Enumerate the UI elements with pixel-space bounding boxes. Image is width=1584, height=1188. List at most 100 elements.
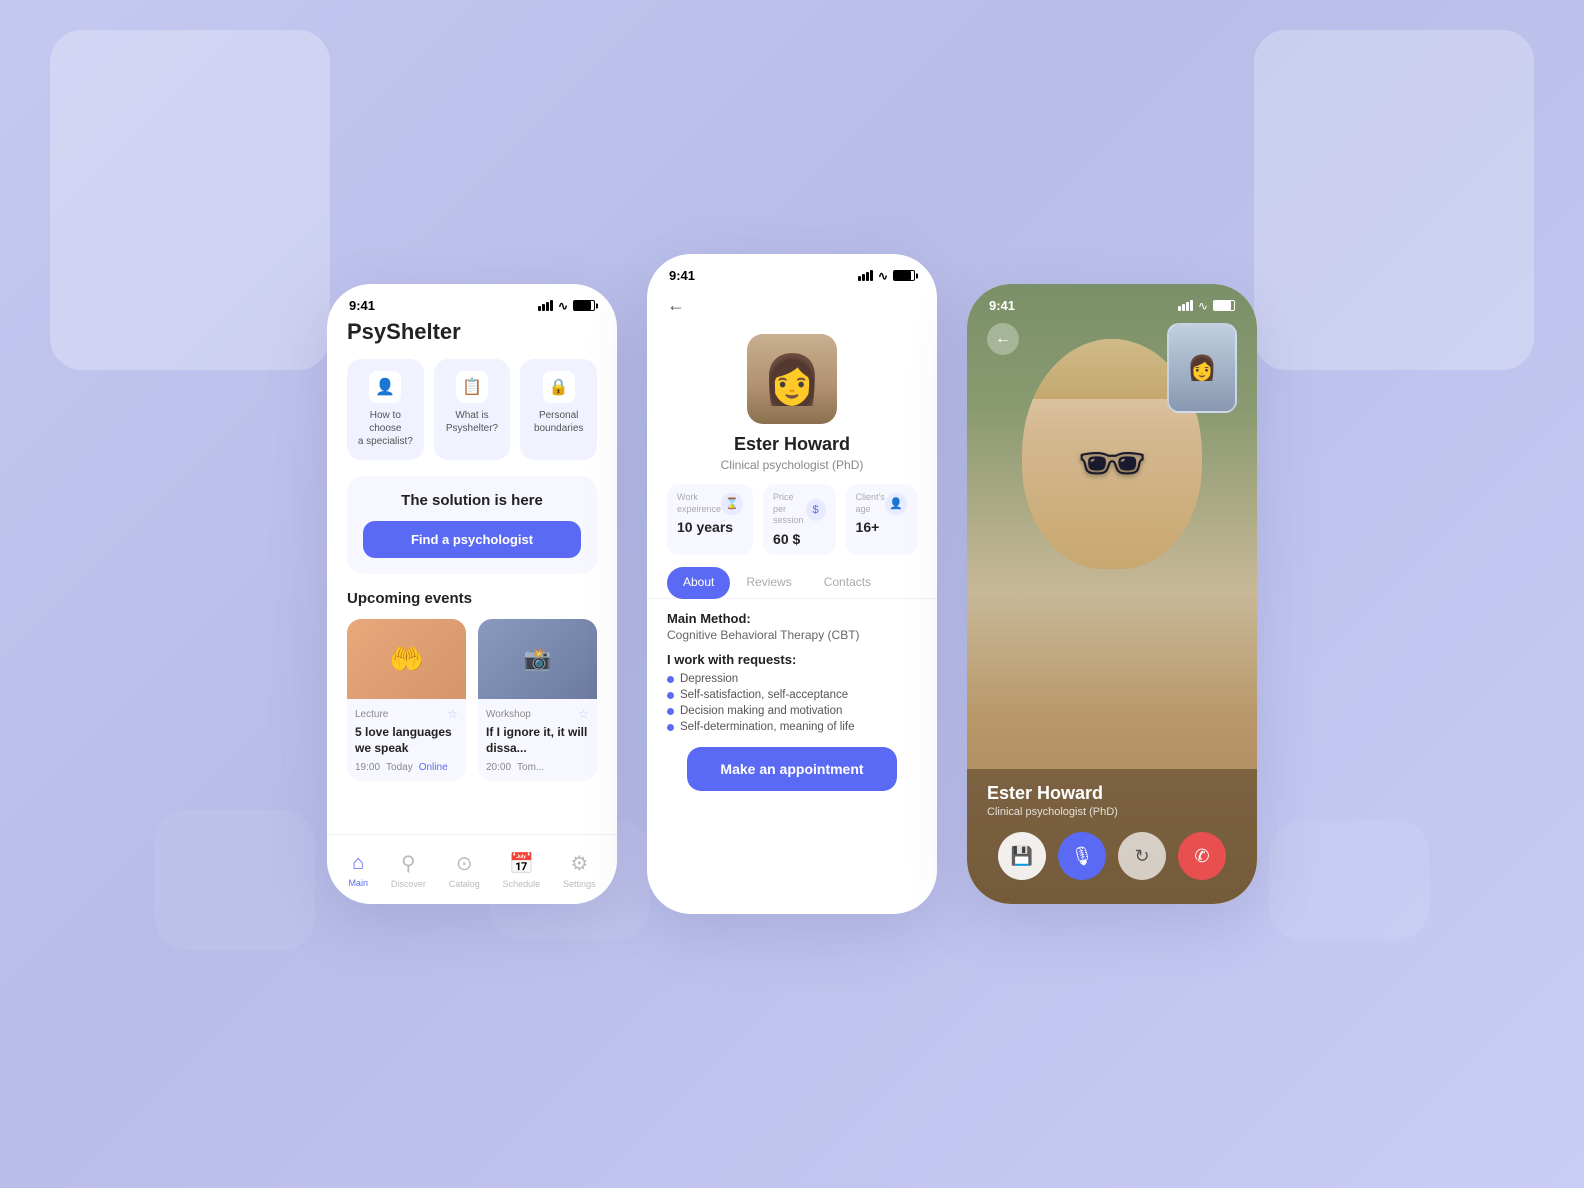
quick-action-what[interactable]: 📋 What isPsyshelter? <box>434 359 511 460</box>
profile-header-area: ← <box>647 289 937 316</box>
stat-experience-top: Workexpeirence ⌛ <box>677 492 743 515</box>
psychologist-title: Clinical psychologist (PhD) <box>721 458 864 472</box>
lecture-time: 19:00 <box>355 762 380 773</box>
file-button[interactable]: 💾 <box>998 832 1046 880</box>
app-title: PsyShelter <box>347 319 597 345</box>
caller-title: Clinical psychologist (PhD) <box>987 806 1237 818</box>
bottom-nav: ⌂ Main ⚲ Discover ⊙ Catalog 📅 Schedule ⚙… <box>327 834 617 904</box>
end-call-button[interactable]: ✆ <box>1178 832 1226 880</box>
bullet-3 <box>667 708 674 715</box>
mic-button[interactable]: 🎙 <box>1058 832 1106 880</box>
video-time: 9:41 <box>989 298 1015 313</box>
video-thumbnail: 👩 <box>1167 323 1237 413</box>
battery-icon-3 <box>1213 300 1235 311</box>
what-icon: 📋 <box>456 371 488 403</box>
mic-icon: 🎙 <box>1071 846 1094 867</box>
request-decision: Decision making and motivation <box>667 705 917 717</box>
settings-icon: ⚙ <box>570 851 588 876</box>
heart-icon: 🤲 <box>389 643 424 676</box>
solution-title: The solution is here <box>363 492 581 509</box>
status-bar-1: 9:41 ∿ <box>327 284 617 319</box>
tab-about[interactable]: About <box>667 567 730 599</box>
file-icon: 💾 <box>1011 846 1033 867</box>
bullet-4 <box>667 724 674 731</box>
quick-action-choose[interactable]: 👤 How to choosea specialist? <box>347 359 424 460</box>
phone-main: 9:41 ∿ PsyShelter 👤 How t <box>327 284 617 904</box>
main-method-label: Main Method: <box>667 611 917 626</box>
experience-icon: ⌛ <box>721 493 743 515</box>
quick-actions: 👤 How to choosea specialist? 📋 What isPs… <box>347 359 597 460</box>
stat-price: Price persession $ 60 $ <box>763 484 836 555</box>
workshop-meta: 20:00 Tom... <box>486 762 589 773</box>
nav-discover-label: Discover <box>391 879 426 889</box>
workshop-time: 20:00 <box>486 762 511 773</box>
request-depression: Depression <box>667 673 917 685</box>
back-button-profile[interactable]: ← <box>667 295 917 316</box>
choose-label: How to choosea specialist? <box>355 409 416 448</box>
rotate-button[interactable]: ↻ <box>1118 832 1166 880</box>
request-1-text: Depression <box>680 673 738 685</box>
signal-icon-2 <box>858 270 873 281</box>
search-icon: ⚲ <box>401 851 416 876</box>
nav-main-label: Main <box>348 878 368 888</box>
requests-label: I work with requests: <box>667 652 917 667</box>
stat-age-value: 16+ <box>856 519 907 535</box>
age-icon: 👤 <box>885 493 907 515</box>
about-section: Main Method: Cognitive Behavioral Therap… <box>647 611 937 791</box>
nav-catalog[interactable]: ⊙ Catalog <box>449 851 480 889</box>
tab-row: About Reviews Contacts <box>647 567 937 599</box>
video-bottom-bar: Ester Howard Clinical psychologist (PhD)… <box>967 769 1257 904</box>
video-back-button[interactable]: ← <box>987 323 1019 355</box>
nav-catalog-label: Catalog <box>449 879 480 889</box>
thumb-avatar: 👩 <box>1169 325 1235 411</box>
status-bar-2: 9:41 ∿ <box>647 254 937 289</box>
stat-price-value: 60 $ <box>773 531 826 547</box>
video-spacer <box>967 417 1257 769</box>
phone-profile: 9:41 ∿ ← 👩 <box>647 254 937 914</box>
bullet-1 <box>667 676 674 683</box>
phones-container: 9:41 ∿ PsyShelter 👤 How t <box>327 274 1257 914</box>
status-icons-2: ∿ <box>858 269 915 283</box>
tab-contacts[interactable]: Contacts <box>808 567 887 599</box>
choose-icon: 👤 <box>369 371 401 403</box>
video-top-bar: 9:41 ∿ <box>967 284 1257 319</box>
workshop-image: 📸 <box>478 619 597 699</box>
video-status-icons: ∿ <box>1178 299 1235 313</box>
stats-row: Workexpeirence ⌛ 10 years Price persessi… <box>647 484 937 555</box>
bullet-2 <box>667 692 674 699</box>
stat-age-label: Client'sage <box>856 492 885 515</box>
appointment-button[interactable]: Make an appointment <box>687 747 897 791</box>
stat-experience-label: Workexpeirence <box>677 492 721 515</box>
stat-experience: Workexpeirence ⌛ 10 years <box>667 484 753 555</box>
nav-settings[interactable]: ⚙ Settings <box>563 851 596 889</box>
workshop-body: Workshop ☆ If I ignore it, it will dissa… <box>478 699 597 781</box>
find-psychologist-button[interactable]: Find a psychologist <box>363 521 581 558</box>
lecture-name: 5 love languages we speak <box>355 725 458 756</box>
event-workshop[interactable]: 📸 Workshop ☆ If I ignore it, it will dis… <box>478 619 597 781</box>
stat-age: Client'sage 👤 16+ <box>846 484 917 555</box>
nav-settings-label: Settings <box>563 879 596 889</box>
lecture-image: 🤲 <box>347 619 466 699</box>
video-controls: 💾 🎙 ↻ ✆ <box>987 832 1237 880</box>
nav-discover[interactable]: ⚲ Discover <box>391 851 426 889</box>
stat-experience-value: 10 years <box>677 519 743 535</box>
catalog-icon: ⊙ <box>456 851 473 876</box>
event-lecture[interactable]: 🤲 Lecture ☆ 5 love languages we speak 19… <box>347 619 466 781</box>
nav-main[interactable]: ⌂ Main <box>348 852 368 888</box>
profile-header: 👩 Ester Howard Clinical psychologist (Ph… <box>647 324 937 484</box>
workshop-name: If I ignore it, it will dissa... <box>486 725 589 756</box>
end-call-icon: ✆ <box>1194 846 1209 867</box>
psychologist-name: Ester Howard <box>734 434 850 455</box>
signal-icon-1 <box>538 300 553 311</box>
stat-price-label: Price persession <box>773 492 806 527</box>
nav-schedule-label: Schedule <box>503 879 541 889</box>
request-self-determination: Self-determination, meaning of life <box>667 721 917 733</box>
stat-price-top: Price persession $ <box>773 492 826 527</box>
tab-reviews[interactable]: Reviews <box>730 567 807 599</box>
time-1: 9:41 <box>349 298 375 313</box>
nav-schedule[interactable]: 📅 Schedule <box>503 851 541 889</box>
avatar-image: 👩 <box>747 334 837 424</box>
quick-action-boundaries[interactable]: 🔒 Personalboundaries <box>520 359 597 460</box>
wifi-icon-2: ∿ <box>878 269 888 283</box>
boundaries-label: Personalboundaries <box>534 409 583 435</box>
